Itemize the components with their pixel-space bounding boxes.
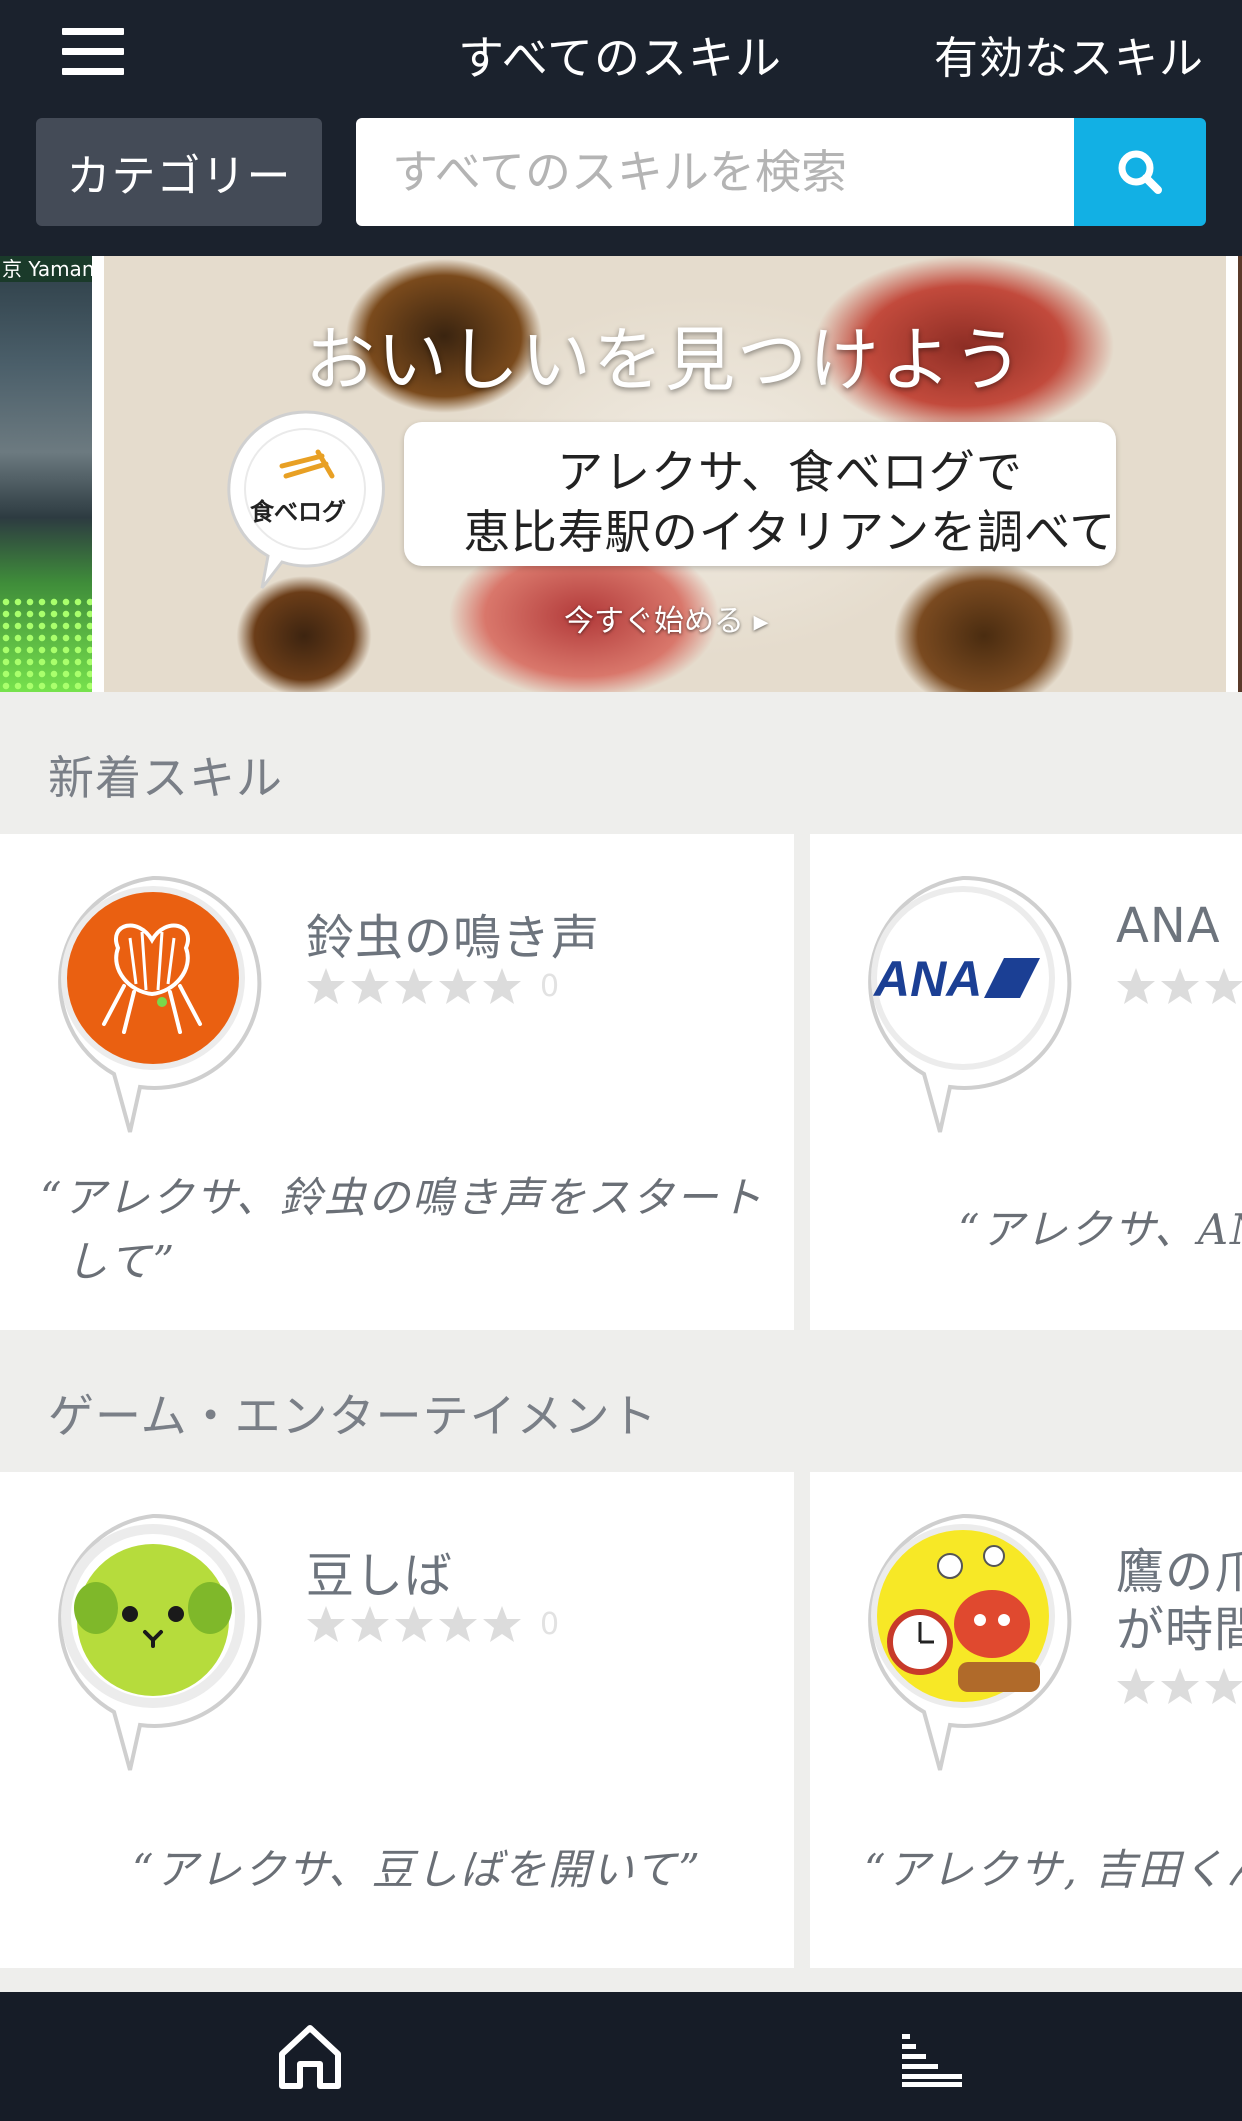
star-icon (1117, 968, 1155, 1004)
search-box (356, 118, 1076, 226)
search-icon (1118, 150, 1162, 194)
star-icon (1117, 1668, 1155, 1704)
rating-count: 0 (540, 968, 560, 1004)
star-rating: 0 (306, 966, 559, 1006)
skill-utterance-line1: “アレクサ、豆しばを開いて” (132, 1845, 702, 1894)
star-icon (307, 1606, 345, 1642)
home-icon[interactable] (274, 2020, 346, 2092)
star-icon (351, 1606, 389, 1642)
skill-name: 鈴虫の鳴き声 (306, 910, 601, 966)
skill-utterance-line1: “アレクサ、鈴虫の鳴き声をスタート (40, 1173, 764, 1222)
skill-card[interactable]: ANA ANA “アレクサ、AN (810, 834, 1242, 1330)
section-title-games-entertainment[interactable]: ゲーム・エンターテイメント (48, 1380, 658, 1446)
bottom-nav (0, 1992, 1242, 2121)
tab-all-skills[interactable]: すべてのスキル (458, 22, 782, 88)
svg-text:ANA: ANA (872, 951, 982, 1007)
banner-bubble-line1: アレクサ、食べログで (557, 445, 1023, 499)
rating-count: 0 (540, 1606, 560, 1642)
skill-card[interactable]: 鷹の爪 が時間 “アレクサ, 吉田くん (810, 1472, 1242, 1968)
skill-card[interactable]: 鈴虫の鳴き声 0 “アレクサ、鈴虫の鳴き声をスタート して” (0, 834, 794, 1330)
banner-logo-text: 食べログ (250, 498, 346, 526)
star-rating: 0 (306, 1604, 559, 1644)
mameshiba-icon (58, 1513, 262, 1771)
banner-carousel[interactable]: 京 Yamanot おいしいを見つけよう アレクサ、食べログで 恵比寿駅のイタリ… (0, 256, 1242, 692)
star-icon (395, 1606, 433, 1642)
skill-utterance-line1: “アレクサ、AN (958, 1205, 1242, 1254)
skill-utterance-line1: “アレクサ, 吉田くん (864, 1845, 1242, 1894)
banner-start-link[interactable]: 今すぐ始める ▸ (564, 596, 769, 640)
banner-speech-bubble: アレクサ、食べログで 恵比寿駅のイタリアンを調べて (404, 422, 1116, 566)
star-icon (483, 968, 521, 1004)
star-rating (1116, 1666, 1242, 1706)
menu-icon[interactable] (62, 28, 128, 76)
search-input[interactable] (392, 145, 1076, 199)
banner-prev-slide[interactable]: 京 Yamanot (0, 256, 92, 692)
star-icon (351, 968, 389, 1004)
star-icon (1161, 968, 1199, 1004)
star-icon (395, 968, 433, 1004)
banner-slide[interactable]: おいしいを見つけよう アレクサ、食べログで 恵比寿駅のイタリアンを調べて 食べロ… (104, 256, 1226, 692)
banner-side-label: 京 Yamanot (0, 256, 92, 282)
star-icon (483, 1606, 521, 1642)
cricket-icon (58, 875, 262, 1133)
activity-list-icon[interactable] (900, 2032, 964, 2088)
top-bar: すべてのスキル 有効なスキル カテゴリー (0, 0, 1242, 256)
star-icon (439, 968, 477, 1004)
ana-logo-icon: ANA (868, 875, 1072, 1133)
star-icon (1205, 1668, 1242, 1704)
banner-title: おいしいを見つけよう (305, 319, 1025, 401)
skill-name-line2: が時間 (1116, 1602, 1242, 1658)
star-icon (307, 968, 345, 1004)
banner-bubble-line2: 恵比寿駅のイタリアンを調べて (463, 505, 1117, 559)
category-button[interactable]: カテゴリー (36, 118, 322, 226)
skill-name: ANA (1116, 898, 1221, 954)
skill-card[interactable]: 豆しば 0 “アレクサ、豆しばを開いて” (0, 1472, 794, 1968)
star-rating (1116, 966, 1242, 1006)
star-icon (1161, 1668, 1199, 1704)
tab-enabled-skills[interactable]: 有効なスキル (934, 22, 1204, 86)
star-icon (439, 1606, 477, 1642)
alarm-clock-character-icon (868, 1513, 1072, 1771)
search-button[interactable] (1074, 118, 1206, 226)
star-icon (1205, 968, 1242, 1004)
skill-utterance-line2: して” (66, 1237, 177, 1286)
skill-name: 豆しば (306, 1548, 454, 1604)
section-title-new-skills[interactable]: 新着スキル (48, 742, 283, 808)
